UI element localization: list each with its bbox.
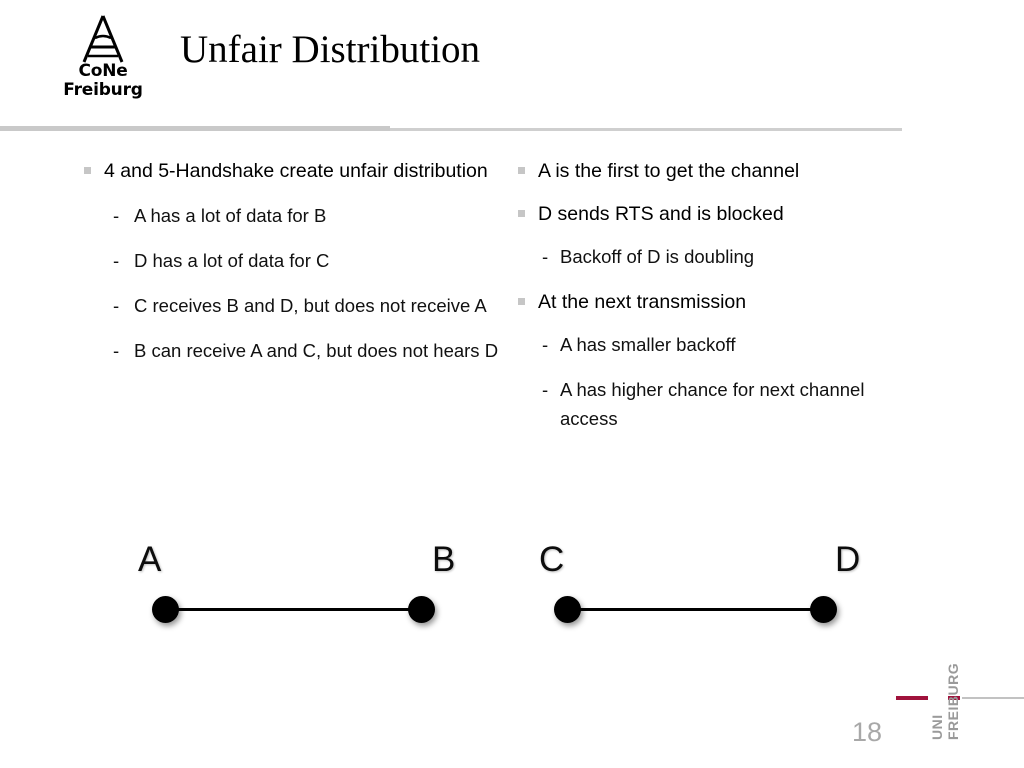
bullet-item-text: D has a lot of data for C [134,250,330,271]
bullet-item-text: Backoff of D is doubling [560,246,755,267]
square-bullet-icon [518,167,525,174]
uni-logo-word-freiburg: FREIBURG [945,662,961,740]
cone-freiburg-logo: CoNe Freiburg [48,14,158,100]
bullet-item-l1: A is the first to get the channel [518,156,918,187]
network-node-label-a: A [138,540,162,579]
network-node-a [151,595,179,623]
square-bullet-icon [518,298,525,305]
bullet-item-l2: -C receives B and D, but does not receiv… [84,291,504,320]
bullet-item-text: A has a lot of data for B [134,205,327,226]
uni-accent-line-left [896,696,928,700]
bullet-item-text: A is the first to get the channel [538,160,800,182]
logo-line-1: CoNe [78,61,128,81]
dash-bullet-icon: - [113,250,120,271]
square-bullet-icon [84,167,91,174]
bullet-item-text: D sends RTS and is blocked [538,203,784,225]
dash-bullet-icon: - [542,334,549,355]
page-number: 18 [851,717,882,747]
dash-bullet-icon: - [113,205,120,226]
network-link-a-b [165,608,421,611]
page-title: Unfair Distribution [180,28,481,71]
bullet-item-l1: At the next transmission [518,287,918,318]
network-node-d [809,595,837,623]
bullet-item-text: 4 and 5-Handshake create unfair distribu… [104,160,488,182]
network-topology-diagram: A B C D [0,530,1024,640]
bullet-item-l1: D sends RTS and is blocked [518,199,918,230]
network-node-b [407,595,435,623]
square-bullet-icon [518,210,525,217]
bullet-column-right: A is the first to get the channel D sends… [518,156,918,449]
uni-gray-line [962,697,1024,699]
dash-bullet-icon: - [113,295,120,316]
logo-text: CoNe Freiburg [48,62,158,100]
header-divider-thin [390,128,902,131]
network-node-label-b: B [432,540,456,579]
bullet-item-text: At the next transmission [538,291,747,313]
slide-header: CoNe Freiburg Unfair Distribution [0,0,1024,131]
bullet-item-text: B can receive A and C, but does not hear… [134,340,499,361]
network-node-c [553,595,581,623]
bullet-item-l1: 4 and 5-Handshake create unfair distribu… [84,156,504,187]
bullet-item-l2: -A has higher chance for next channel ac… [518,375,918,433]
bullet-item-text: A has smaller backoff [560,334,736,355]
uni-logo-word-uni: UNI [929,714,945,740]
dash-bullet-icon: - [542,246,549,267]
antenna-tower-icon [82,15,124,63]
bullet-item-l2: -A has smaller backoff [518,330,918,359]
dash-bullet-icon: - [542,379,549,400]
network-node-label-d: D [835,540,861,579]
network-node-label-c: C [539,540,565,579]
header-divider-thick [0,126,390,131]
bullet-item-text: A has higher chance for next channel acc… [560,379,865,429]
network-link-c-d [567,608,823,611]
bullet-item-l2: -B can receive A and C, but does not hea… [84,336,504,365]
dash-bullet-icon: - [113,340,120,361]
logo-line-2: Freiburg [63,80,143,100]
bullet-item-l2: -D has a lot of data for C [84,246,504,275]
bullet-column-left: 4 and 5-Handshake create unfair distribu… [84,156,504,381]
uni-freiburg-logo: UNI FREIBURG [896,636,1024,748]
bullet-item-text: C receives B and D, but does not receive… [134,295,487,316]
bullet-item-l2: -A has a lot of data for B [84,201,504,230]
bullet-item-l2: - Backoff of D is doubling [518,242,918,271]
